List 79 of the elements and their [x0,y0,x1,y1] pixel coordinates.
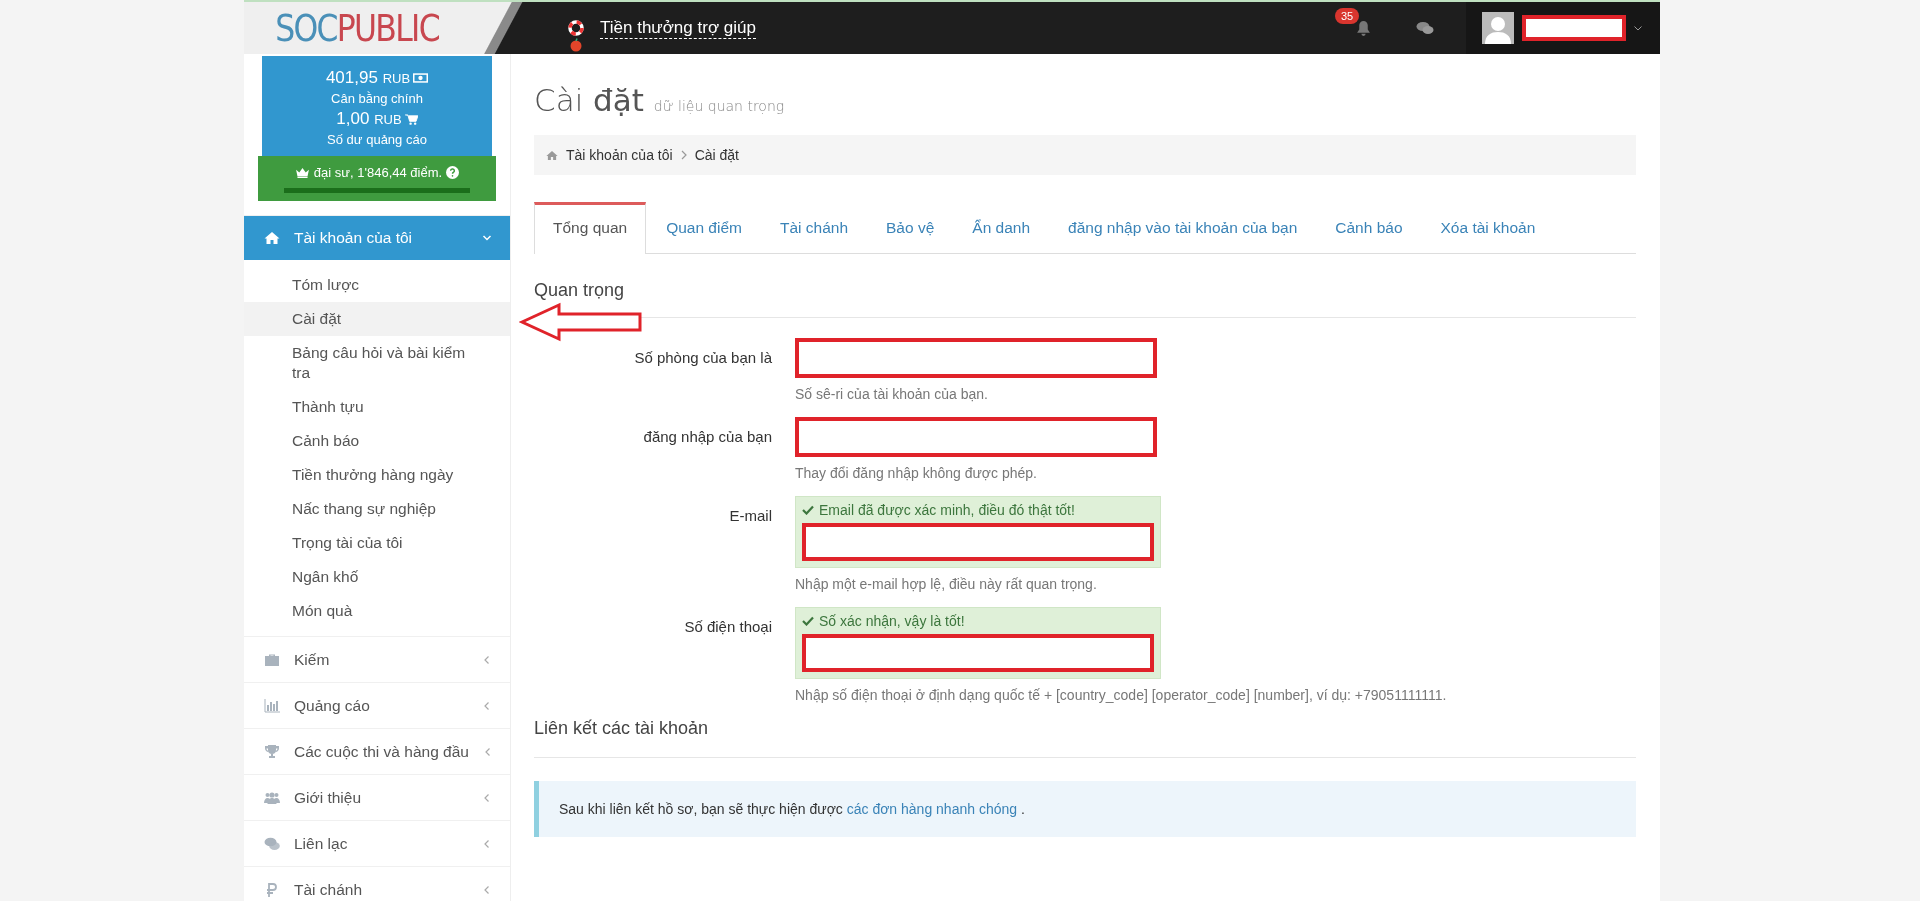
cart-icon [404,113,418,125]
ad-balance-label: Số dư quảng cáo [326,131,428,149]
ruble-icon [264,882,280,897]
sidebar-subitem[interactable]: Tóm lược [244,268,510,302]
lifebuoy-icon [568,20,584,36]
field-label: E-mail [728,506,773,526]
users-icon [264,790,280,805]
chat-icon [264,836,280,851]
chevron-icon [482,884,492,895]
chat-icon[interactable] [1416,21,1434,35]
briefcase-icon [264,652,280,667]
sidebar-subitem[interactable]: Cảnh báo [244,424,510,458]
help-icon[interactable] [446,166,460,179]
sidebar-subitem[interactable]: Thành tựu [244,390,510,424]
page-subtitle: dữ liệu quan trọng [653,98,785,114]
tab[interactable]: Cảnh báo [1317,202,1421,253]
verified-message: Số xác nhận, vậy là tốt! [819,613,965,629]
field-label: Số phòng của bạn là [633,348,773,368]
sidebar-subitem[interactable]: Tiền thưởng hàng ngày [244,458,510,492]
input-field[interactable] [795,417,1157,457]
field-hint: Số sê-ri của tài khoản của bạn. [795,386,989,402]
chevron-icon [680,150,687,160]
check-icon [802,505,814,515]
sidebar-subitem[interactable]: Trọng tài của tôi [244,526,510,560]
banknote-icon [413,73,429,83]
bell-icon[interactable] [1355,19,1372,37]
main-balance-label: Cân bằng chính [330,90,424,108]
field-hint: Nhập một e-mail hợp lệ, điều này rất quan trọng. [795,576,1098,592]
tab[interactable]: Quan điểm [648,202,760,253]
sidebar-item[interactable]: Giới thiệu [244,774,510,820]
sidebar-item[interactable]: Quảng cáo [244,682,510,728]
sidebar-item[interactable]: Liên lạc [244,820,510,866]
tab[interactable]: Tài chánh [761,202,867,253]
verified-message: Email đã được xác minh, điều đó thật tốt! [819,502,1075,518]
bar-chart-icon [264,698,280,713]
page-title: Cài đặt [534,82,644,118]
home-icon [546,149,558,161]
chevron-icon [482,233,492,243]
help-link[interactable]: Tiền thưởng trợ giúp [600,17,756,39]
tab[interactable]: Tổng quan [534,202,647,254]
sidebar-item[interactable]: Các cuộc thi và hàng đầu [244,728,510,774]
sidebar-item[interactable]: Kiếm [244,636,510,682]
logo[interactable]: SOCPUBLIC [244,2,471,54]
check-icon [802,616,814,626]
sidebar-subitem[interactable]: Bảng câu hỏi và bài kiểm tra [244,336,510,390]
sidebar-subitem[interactable]: Nấc thang sự nghiệp [244,492,510,526]
sidebar-subitem[interactable]: Ngân khố [244,560,510,594]
tab[interactable]: Xóa tài khoản [1422,202,1554,253]
sidebar-item[interactable]: Tài chánh [244,866,510,901]
breadcrumb-link[interactable]: Cài đặt [694,147,739,163]
info-link[interactable]: các đơn hàng nhanh chóng [846,801,1018,817]
trophy-icon [264,744,280,759]
input-field[interactable] [795,338,1157,378]
sidebar-subitem[interactable]: Món quà [244,594,510,628]
breadcrumb-link[interactable]: Tài khoản của tôi [566,147,673,163]
notification-badge: 35 [1335,7,1360,24]
sidebar-subitem[interactable]: Cài đặt [244,302,510,336]
field-label: Số điện thoại [683,617,773,637]
main-balance: 401,95 RUB [325,67,411,89]
ad-balance: 1,00 RUB [336,108,402,130]
section-heading: Liên kết các tài khoản [534,718,1636,758]
home-icon [264,231,280,245]
input-field[interactable] [802,523,1154,561]
chevron-icon [482,700,492,711]
field-hint: Thay đổi đăng nhập không được phép. [795,465,1038,481]
tab[interactable]: đăng nhập vào tài khoản của bạn [1050,202,1316,253]
crown-icon [294,167,310,178]
apple-icon [569,37,583,52]
caret-icon[interactable] [1634,25,1642,31]
chevron-icon [482,838,492,849]
field-label: đăng nhập của bạn [642,427,773,447]
field-hint: Nhập số điện thoại ở định dạng quốc tế + [country_code] [operator_code] [number], ví dụ: +79051111111. [795,687,1448,703]
info-text: Sau khi liên kết hồ sơ, bạn sẽ thực hiện được các đơn hàng nhanh chóng . [559,801,1025,817]
tab[interactable]: Ẩn danh [954,202,1049,253]
tab[interactable]: Bảo vệ [868,202,953,253]
rank-text: đại sư, 1'846,44 điểm. [313,165,443,180]
chevron-icon [482,654,492,665]
chevron-icon [482,792,492,803]
input-field[interactable] [802,634,1154,672]
